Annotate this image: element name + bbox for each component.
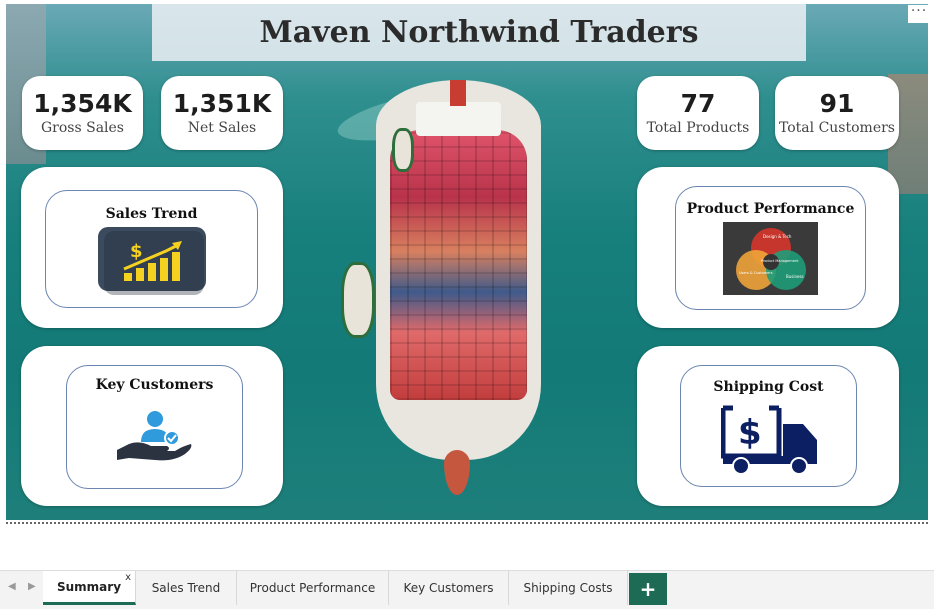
card-title: Product Performance	[686, 201, 855, 217]
venn-product-management-icon: Design & Tech Product Management Users &…	[723, 222, 818, 295]
kpi-label: Total Products	[646, 120, 750, 136]
svg-text:$: $	[738, 413, 762, 453]
add-page-button[interactable]: +	[629, 573, 667, 605]
ship-containers	[390, 130, 527, 400]
tab-label: Shipping Costs	[523, 581, 613, 595]
product-performance-card[interactable]: Product Performance Design & Tech Produc…	[637, 167, 899, 328]
ship-funnel	[450, 80, 466, 106]
key-customers-button[interactable]: Key Customers	[66, 365, 243, 489]
prev-page-arrow[interactable]: ◀	[8, 581, 16, 592]
customer-hand-icon	[117, 411, 192, 461]
tab-label: Key Customers	[403, 581, 494, 595]
close-tab-icon[interactable]: x	[125, 572, 131, 583]
venn-label-management: Product Management	[761, 259, 799, 263]
card-title: Sales Trend	[105, 206, 198, 222]
ship-bow	[444, 450, 470, 495]
kpi-value: 1,354K	[33, 89, 132, 118]
kpi-value: 77	[680, 89, 716, 118]
kpi-label: Net Sales	[187, 120, 257, 136]
more-options-button[interactable]: ···	[908, 4, 930, 23]
venn-label-business: Business	[786, 274, 804, 279]
tugboat-left	[341, 262, 375, 338]
tab-label: Product Performance	[249, 581, 376, 595]
sales-trend-button[interactable]: Sales Trend $	[45, 190, 258, 308]
kpi-label: Gross Sales	[40, 120, 124, 136]
tab-product-performance[interactable]: Product Performance	[237, 571, 389, 605]
tugboat-top	[392, 128, 414, 172]
canvas-divider	[6, 522, 928, 524]
ship-bridge	[416, 102, 501, 136]
sales-trend-chart-icon: $	[98, 227, 206, 295]
kpi-value: 1,351K	[172, 89, 272, 118]
tab-sales-trend[interactable]: Sales Trend	[136, 571, 237, 605]
kpi-label: Total Customers	[779, 120, 895, 136]
kpi-value: 91	[819, 89, 855, 118]
delivery-truck-dollar-icon: $	[721, 405, 817, 475]
kpi-gross-sales: 1,354K Gross Sales	[22, 76, 143, 150]
tab-label: Sales Trend	[151, 581, 221, 595]
svg-text:$: $	[130, 241, 143, 262]
card-title: Shipping Cost	[713, 379, 824, 395]
report-title: Maven Northwind Traders	[259, 15, 699, 50]
product-performance-button[interactable]: Product Performance Design & Tech Produc…	[675, 186, 866, 310]
kpi-total-products: 77 Total Products	[637, 76, 759, 150]
tab-summary[interactable]: Summary x	[43, 571, 136, 605]
kpi-total-customers: 91 Total Customers	[775, 76, 899, 150]
page-tab-bar: ◀ ▶ Summary x Sales Trend Product Perfor…	[0, 570, 934, 609]
kpi-net-sales: 1,351K Net Sales	[161, 76, 283, 150]
card-title: Key Customers	[95, 377, 214, 393]
shipping-cost-button[interactable]: Shipping Cost $	[680, 365, 857, 487]
key-customers-card[interactable]: Key Customers	[21, 346, 283, 506]
report-title-bar: Maven Northwind Traders	[152, 4, 806, 61]
tab-label: Summary	[56, 579, 122, 594]
venn-label-users: Users & Customers	[739, 271, 773, 275]
next-page-arrow[interactable]: ▶	[28, 581, 36, 592]
tab-shipping-costs[interactable]: Shipping Costs	[509, 571, 628, 605]
shipping-cost-card[interactable]: Shipping Cost $	[637, 346, 899, 506]
tab-key-customers[interactable]: Key Customers	[389, 571, 509, 605]
venn-label-design: Design & Tech	[763, 234, 792, 239]
sales-trend-card[interactable]: Sales Trend $	[21, 167, 283, 328]
